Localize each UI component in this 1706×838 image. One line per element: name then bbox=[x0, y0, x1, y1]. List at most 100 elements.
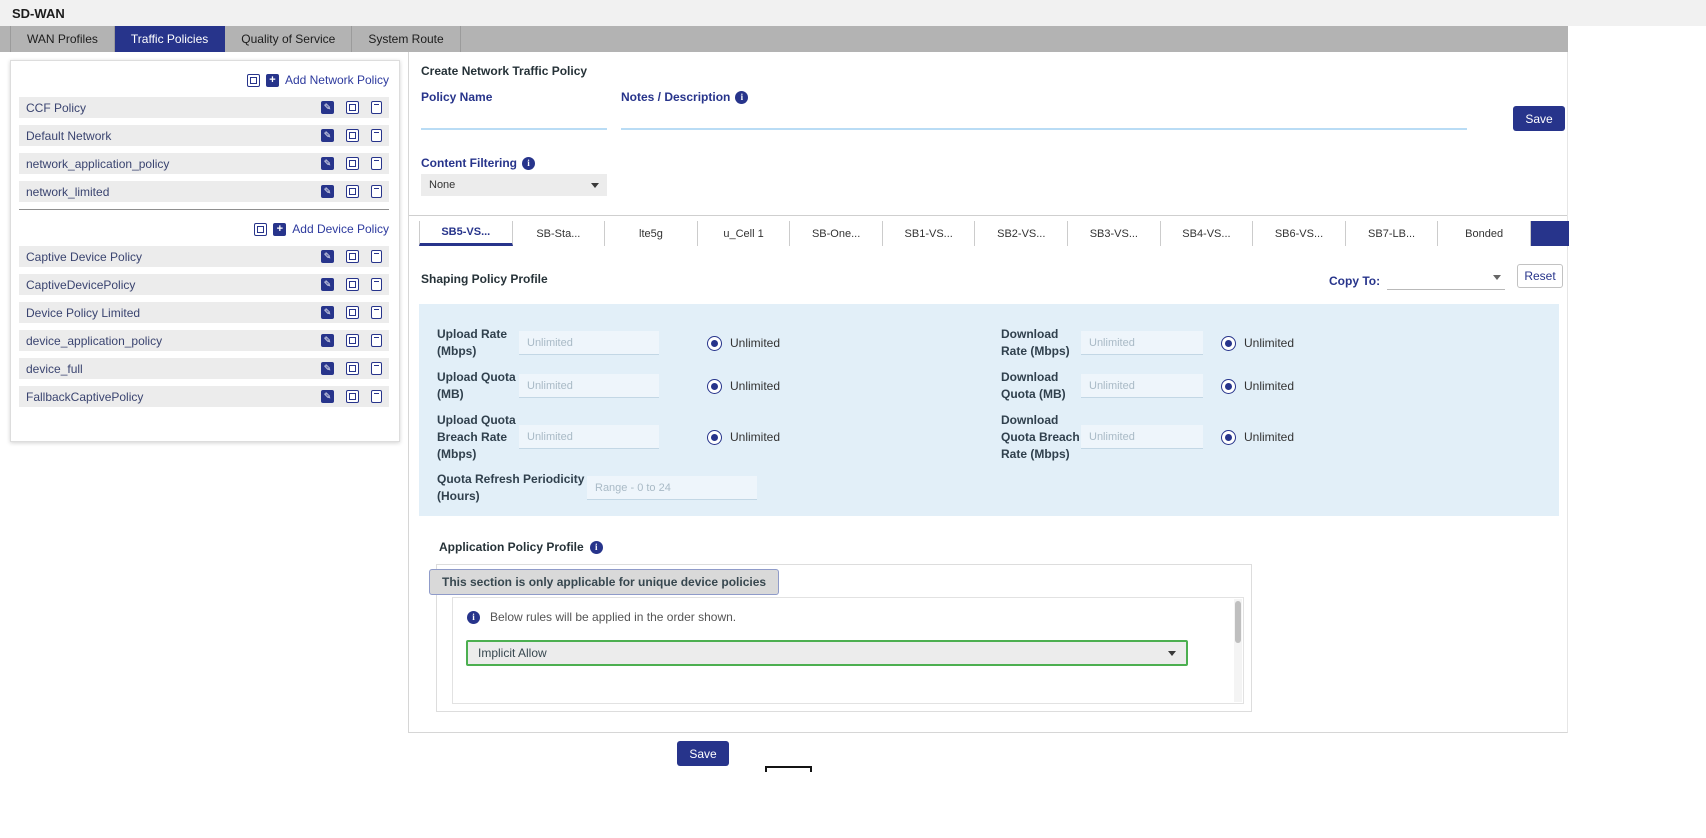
download-quota-breach-rate-input[interactable] bbox=[1081, 425, 1203, 449]
copy-to-select[interactable] bbox=[1387, 266, 1505, 290]
delete-icon[interactable] bbox=[371, 129, 382, 142]
add-icon[interactable] bbox=[273, 223, 286, 236]
device-policy-row[interactable]: Captive Device Policy bbox=[19, 246, 389, 267]
edit-icon[interactable] bbox=[321, 278, 334, 291]
add-network-policy[interactable]: Add Network Policy bbox=[19, 69, 389, 91]
chevron-down-icon bbox=[1493, 275, 1501, 280]
network-policy-row[interactable]: Default Network bbox=[19, 125, 389, 146]
interface-tab-sbsta[interactable]: SB-Sta... bbox=[513, 221, 606, 246]
download-rate-input[interactable] bbox=[1081, 331, 1203, 355]
delete-icon[interactable] bbox=[371, 334, 382, 347]
edit-icon[interactable] bbox=[321, 157, 334, 170]
download-quota-breach-unlimited-radio[interactable] bbox=[1221, 430, 1236, 445]
delete-icon[interactable] bbox=[371, 362, 382, 375]
edit-icon[interactable] bbox=[321, 306, 334, 319]
add-icon[interactable] bbox=[266, 74, 279, 87]
upload-rate-unlimited-radio[interactable] bbox=[707, 336, 722, 351]
upload-quota-breach-unlimited-radio[interactable] bbox=[707, 430, 722, 445]
quota-refresh-periodicity-input[interactable] bbox=[587, 476, 757, 500]
copy-icon[interactable] bbox=[346, 278, 359, 291]
content-filtering-value: None bbox=[429, 179, 455, 191]
copy-icon[interactable] bbox=[346, 362, 359, 375]
copy-icon[interactable] bbox=[247, 74, 260, 87]
tab-quality-of-service[interactable]: Quality of Service bbox=[225, 26, 352, 52]
info-icon[interactable] bbox=[590, 541, 603, 554]
network-policy-row[interactable]: network_application_policy bbox=[19, 153, 389, 174]
interface-tab-sb4[interactable]: SB4-VS... bbox=[1161, 221, 1254, 246]
delete-icon[interactable] bbox=[371, 185, 382, 198]
policy-name-input[interactable] bbox=[421, 104, 607, 130]
network-policy-row[interactable]: network_limited bbox=[19, 181, 389, 202]
copy-icon[interactable] bbox=[346, 157, 359, 170]
delete-icon[interactable] bbox=[371, 306, 382, 319]
copy-icon[interactable] bbox=[346, 101, 359, 114]
edit-icon[interactable] bbox=[321, 129, 334, 142]
interface-tab-sbone[interactable]: SB-One... bbox=[790, 221, 883, 246]
device-policy-row[interactable]: device_application_policy bbox=[19, 330, 389, 351]
delete-icon[interactable] bbox=[371, 101, 382, 114]
tab-system-route[interactable]: System Route bbox=[352, 26, 460, 52]
device-policy-row[interactable]: FallbackCaptivePolicy bbox=[19, 386, 389, 407]
download-rate-unlimited-radio[interactable] bbox=[1221, 336, 1236, 351]
upload-quota-breach-rate-input[interactable] bbox=[519, 425, 659, 449]
rule-select[interactable]: Implicit Allow bbox=[466, 640, 1188, 666]
add-network-policy-label[interactable]: Add Network Policy bbox=[285, 73, 389, 87]
upload-quota-unlimited-radio[interactable] bbox=[707, 379, 722, 394]
add-device-policy[interactable]: Add Device Policy bbox=[19, 218, 389, 240]
copy-icon[interactable] bbox=[346, 129, 359, 142]
tabs-overflow-button[interactable] bbox=[1531, 221, 1569, 246]
add-device-policy-label[interactable]: Add Device Policy bbox=[292, 222, 389, 236]
notes-input[interactable] bbox=[621, 104, 1467, 130]
edit-icon[interactable] bbox=[321, 334, 334, 347]
copy-icon[interactable] bbox=[346, 334, 359, 347]
upload-rate-input[interactable] bbox=[519, 331, 659, 355]
save-button-bottom[interactable]: Save bbox=[677, 741, 729, 766]
interface-tab-sb1[interactable]: SB1-VS... bbox=[883, 221, 976, 246]
interface-tab-bonded[interactable]: Bonded bbox=[1438, 221, 1531, 246]
edit-icon[interactable] bbox=[321, 390, 334, 403]
delete-icon[interactable] bbox=[371, 157, 382, 170]
interface-tab-sb5[interactable]: SB5-VS... bbox=[419, 221, 513, 246]
field-download-rate: Download Rate (Mbps) Unlimited bbox=[1001, 324, 1541, 362]
delete-icon[interactable] bbox=[371, 250, 382, 263]
copy-icon[interactable] bbox=[346, 390, 359, 403]
download-quota-unlimited-radio[interactable] bbox=[1221, 379, 1236, 394]
interface-tab-lte5g[interactable]: lte5g bbox=[605, 221, 698, 246]
device-policy-row[interactable]: CaptiveDevicePolicy bbox=[19, 274, 389, 295]
interface-tab-sb2[interactable]: SB2-VS... bbox=[975, 221, 1068, 246]
copy-icon[interactable] bbox=[346, 250, 359, 263]
download-quota-input[interactable] bbox=[1081, 374, 1203, 398]
copy-icon[interactable] bbox=[254, 223, 267, 236]
interface-tab-sb6[interactable]: SB6-VS... bbox=[1253, 221, 1346, 246]
edit-icon[interactable] bbox=[321, 101, 334, 114]
tab-wan-profiles[interactable]: WAN Profiles bbox=[10, 26, 115, 52]
interface-tab-sb3[interactable]: SB3-VS... bbox=[1068, 221, 1161, 246]
info-icon[interactable] bbox=[522, 157, 535, 170]
delete-icon[interactable] bbox=[371, 278, 382, 291]
scrollbar[interactable] bbox=[1234, 599, 1242, 702]
info-icon[interactable] bbox=[735, 91, 748, 104]
radio-label: Unlimited bbox=[730, 430, 780, 444]
edit-icon[interactable] bbox=[321, 362, 334, 375]
scrollbar-thumb[interactable] bbox=[1235, 601, 1241, 643]
content-filtering-label: Content Filtering bbox=[421, 156, 535, 170]
interface-tab-sb7[interactable]: SB7-LB... bbox=[1346, 221, 1439, 246]
field-download-quota-breach-rate: Download Quota Breach Rate (Mbps) Unlimi… bbox=[1001, 410, 1541, 464]
upload-quota-input[interactable] bbox=[519, 374, 659, 398]
policy-name: network_limited bbox=[26, 185, 309, 199]
page-title: SD-WAN bbox=[12, 6, 65, 21]
network-policy-row[interactable]: CCF Policy bbox=[19, 97, 389, 118]
content-filtering-select[interactable]: None bbox=[421, 174, 607, 196]
copy-icon[interactable] bbox=[346, 185, 359, 198]
notes-label-text: Notes / Description bbox=[621, 90, 730, 104]
device-policy-row[interactable]: Device Policy Limited bbox=[19, 302, 389, 323]
copy-icon[interactable] bbox=[346, 306, 359, 319]
interface-tab-ucell1[interactable]: u_Cell 1 bbox=[698, 221, 791, 246]
tab-traffic-policies[interactable]: Traffic Policies bbox=[115, 26, 225, 52]
edit-icon[interactable] bbox=[321, 185, 334, 198]
delete-icon[interactable] bbox=[371, 390, 382, 403]
edit-icon[interactable] bbox=[321, 250, 334, 263]
device-policy-row[interactable]: device_full bbox=[19, 358, 389, 379]
reset-button[interactable]: Reset bbox=[1517, 264, 1563, 288]
save-button[interactable]: Save bbox=[1513, 106, 1565, 131]
